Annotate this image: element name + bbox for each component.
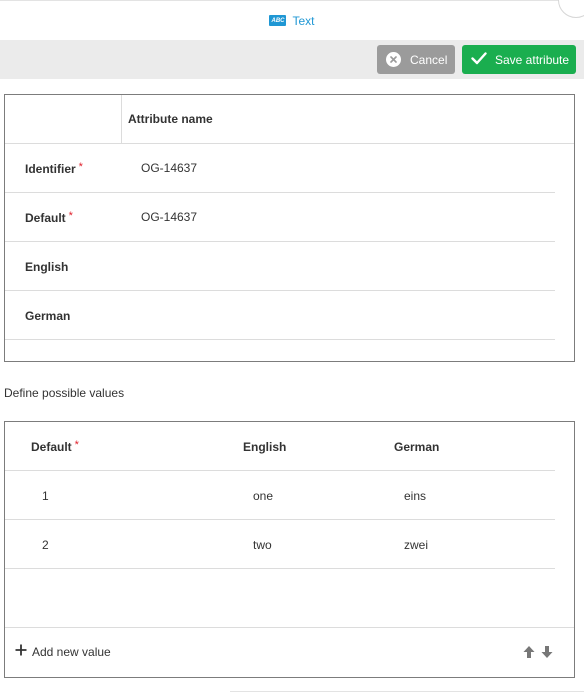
attribute-type-header: ABC Text: [0, 0, 584, 40]
attribute-name-header: Attribute name: [5, 95, 574, 144]
plus-icon: [15, 644, 27, 659]
possible-values-section-label: Define possible values: [4, 386, 125, 400]
attribute-row-german: German: [5, 291, 555, 340]
value-row[interactable]: 2 two zwei: [5, 520, 555, 569]
identifier-label: Identifier *: [25, 161, 83, 176]
value-default-cell[interactable]: 2: [42, 538, 49, 552]
possible-values-panel: Default * English German 1 one eins 2 two…: [4, 421, 575, 678]
default-label: Default *: [25, 210, 73, 225]
close-circle-icon: [386, 52, 401, 67]
cancel-button[interactable]: Cancel: [377, 45, 455, 74]
identifier-value-field[interactable]: OG-14637: [141, 161, 197, 175]
attribute-name-column-header: Attribute name: [128, 112, 213, 126]
attribute-row-english: English: [5, 242, 555, 291]
attribute-name-panel: Attribute name Identifier * OG-14637 Defa…: [4, 94, 575, 362]
action-bar: Cancel Save attribute: [0, 40, 584, 79]
arrow-down-icon[interactable]: [540, 645, 554, 659]
required-marker: *: [74, 439, 79, 451]
column-header-german: German: [394, 440, 440, 454]
attribute-row-default: Default * OG-14637: [5, 193, 555, 242]
header-divider: [121, 95, 122, 143]
text-type-icon: ABC: [269, 15, 287, 26]
default-value-field[interactable]: OG-14637: [141, 210, 197, 224]
value-german-cell[interactable]: eins: [404, 489, 426, 503]
german-label: German: [25, 309, 71, 323]
value-english-cell[interactable]: one: [253, 489, 273, 503]
checkmark-icon: [471, 51, 487, 68]
save-button-label: Save attribute: [495, 52, 570, 67]
value-german-cell[interactable]: zwei: [404, 538, 428, 552]
column-header-default: Default *: [31, 439, 79, 454]
cancel-button-label: Cancel: [410, 52, 448, 67]
value-default-cell[interactable]: 1: [42, 489, 49, 503]
column-header-english: English: [243, 440, 287, 454]
attribute-row-identifier: Identifier * OG-14637: [5, 144, 555, 193]
arrow-up-icon[interactable]: [522, 645, 536, 659]
add-new-value-label: Add new value: [32, 644, 111, 659]
english-label: English: [25, 260, 69, 274]
value-english-cell[interactable]: two: [253, 538, 272, 552]
required-marker: *: [78, 161, 83, 173]
possible-values-header: Default * English German: [5, 422, 555, 471]
value-row[interactable]: 1 one eins: [5, 471, 555, 520]
required-marker: *: [68, 210, 73, 222]
attribute-type-label: Text: [292, 13, 315, 28]
save-attribute-button[interactable]: Save attribute: [462, 45, 576, 74]
add-new-value-button[interactable]: Add new value: [15, 644, 111, 659]
possible-values-footer: Add new value: [5, 627, 574, 677]
